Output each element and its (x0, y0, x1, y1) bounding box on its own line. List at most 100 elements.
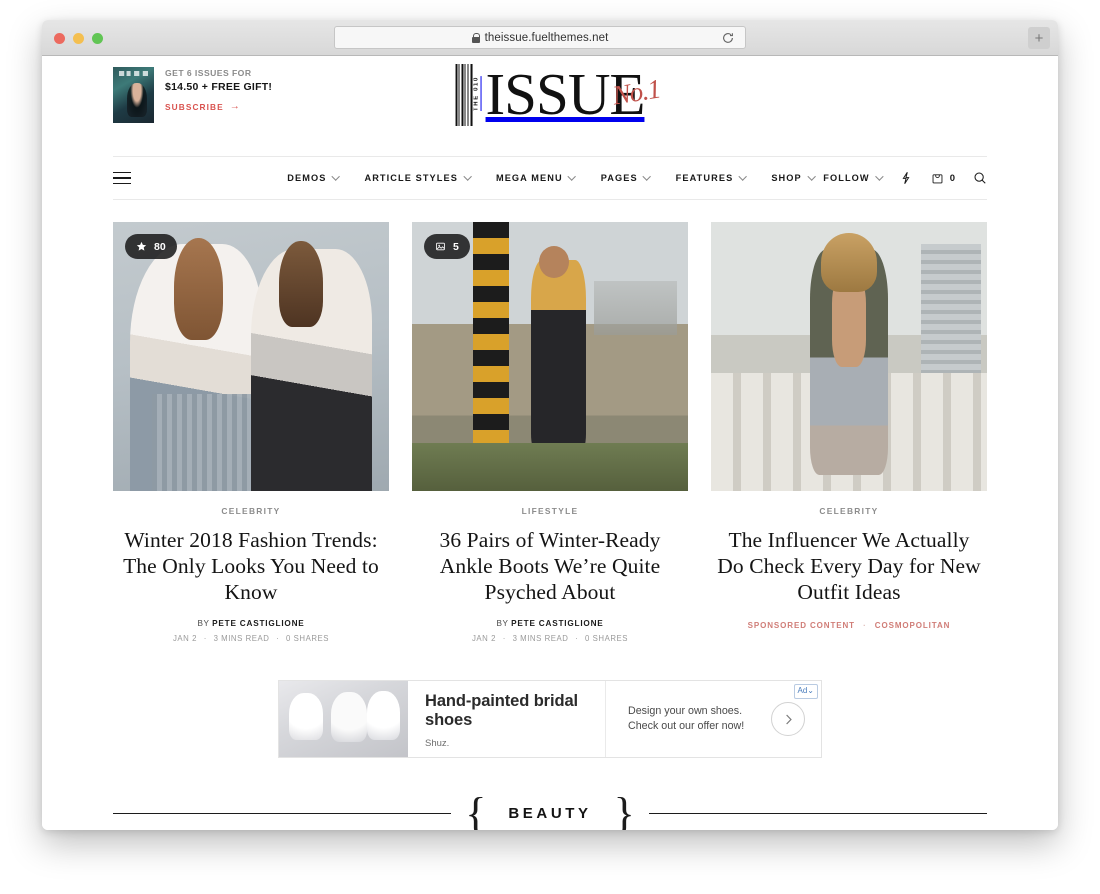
article-title[interactable]: The Influencer We Actually Do Check Ever… (711, 527, 987, 605)
article-meta: JAN 2 · 3 MINS READ · 0 SHARES (471, 634, 628, 643)
article-read-time: 3 MINS READ (512, 634, 569, 643)
chevron-right-icon[interactable] (771, 702, 805, 736)
nav-utilities: FOLLOW 0 (823, 171, 987, 185)
nav-item-shop[interactable]: SHOP (771, 172, 816, 183)
nav-label: SHOP (771, 173, 802, 183)
article-card[interactable]: CELEBRITY The Influencer We Actually Do … (711, 222, 987, 643)
article-title[interactable]: 36 Pairs of Winter-Ready Ankle Boots We’… (412, 527, 688, 605)
nav-item-pages[interactable]: PAGES (600, 172, 652, 183)
article-author[interactable]: BY PETE CASTIGLIONE (113, 619, 389, 628)
chevron-down-icon (806, 172, 816, 181)
nav-item-article-styles[interactable]: ARTICLE STYLES (364, 172, 472, 183)
nav-item-mega-menu[interactable]: MEGA MENU (495, 172, 577, 183)
masthead: GET 6 ISSUES FOR $14.50 + FREE GIFT! SUB… (113, 56, 987, 156)
article-thumbnail[interactable] (711, 222, 987, 491)
nav-item-features[interactable]: FEATURES (675, 172, 747, 183)
article-read-time: 3 MINS READ (213, 634, 270, 643)
ad-headline[interactable]: Hand-painted bridal shoes (425, 692, 591, 731)
article-card[interactable]: 5 LIFESTYLE 36 Pairs of Winter-Ready Ank… (412, 222, 688, 643)
rating-badge: 80 (125, 234, 177, 259)
reload-icon[interactable] (721, 31, 737, 47)
chevron-down-icon (331, 172, 341, 181)
nav-items: DEMOS ARTICLE STYLES MEGA MENU PAGES FEA… (287, 172, 816, 183)
ad-image (279, 681, 408, 757)
subscribe-promo[interactable]: GET 6 ISSUES FOR $14.50 + FREE GIFT! SUB… (113, 67, 272, 123)
magazine-cover-thumbnail (113, 67, 154, 123)
article-shares: 0 SHARES (585, 634, 628, 643)
article-date: JAN 2 (172, 634, 197, 643)
lightning-bolt-icon[interactable] (899, 171, 913, 185)
shopping-bag-button[interactable]: 0 (931, 172, 955, 185)
barcode-label: THE 010 (473, 76, 480, 112)
nav-item-demos[interactable]: DEMOS (287, 172, 341, 183)
search-icon[interactable] (973, 171, 987, 185)
subscribe-label: SUBSCRIBE (165, 101, 224, 112)
nav-label: ARTICLE STYLES (364, 173, 458, 183)
article-thumbnail[interactable]: 5 (412, 222, 688, 491)
address-bar[interactable]: theissue.fuelthemes.net (334, 26, 746, 49)
minimize-window-button[interactable] (73, 33, 84, 44)
url-text: theissue.fuelthemes.net (484, 31, 609, 44)
site-logo[interactable]: THE 010 ISSUE No.1 (455, 61, 663, 128)
chevron-down-icon (642, 172, 652, 181)
article-date: JAN 2 (471, 634, 496, 643)
ad-disclosure-label[interactable]: Ad⌄ (793, 684, 818, 699)
browser-chrome: theissue.fuelthemes.net + (42, 20, 1058, 56)
ad-copy-line-2: Check out our offer now! (628, 720, 745, 732)
nav-label: PAGES (600, 173, 638, 183)
ad-banner[interactable]: Hand-painted bridal shoes Shuz. Design y… (278, 680, 822, 758)
article-grid: 80 CELEBRITY Winter 2018 Fashion Trends:… (113, 222, 987, 643)
article-shares: 0 SHARES (286, 634, 329, 643)
new-tab-button[interactable]: + (1028, 27, 1050, 49)
chevron-down-icon (738, 172, 747, 181)
article-author[interactable]: BY PETE CASTIGLIONE (412, 619, 688, 628)
cart-count: 0 (949, 172, 955, 184)
gallery-badge: 5 (424, 234, 470, 259)
star-icon (136, 241, 147, 251)
hamburger-menu-icon[interactable] (113, 171, 131, 185)
page-content: GET 6 ISSUES FOR $14.50 + FREE GIFT! SUB… (42, 56, 1058, 830)
nav-item-follow[interactable]: FOLLOW (823, 172, 884, 183)
article-category[interactable]: CELEBRITY (113, 506, 389, 516)
arrow-right-icon: → (229, 101, 241, 112)
sponsored-meta[interactable]: SPONSORED CONTENT · COSMOPOLITAN (711, 621, 987, 630)
nav-label: FEATURES (675, 173, 734, 183)
nav-label: DEMOS (287, 173, 327, 183)
divider-rule-right (648, 813, 987, 814)
article-card[interactable]: 80 CELEBRITY Winter 2018 Fashion Trends:… (113, 222, 389, 643)
barcode-icon: THE 010 (455, 64, 482, 126)
subscribe-link[interactable]: SUBSCRIBE → (165, 101, 272, 112)
promo-line-1: GET 6 ISSUES FOR (165, 68, 252, 78)
zoom-window-button[interactable] (92, 33, 103, 44)
lock-icon (471, 32, 481, 43)
ad-banner-wrapper: Hand-painted bridal shoes Shuz. Design y… (113, 680, 987, 758)
divider-rule-left (113, 813, 452, 814)
section-title: BEAUTY (508, 805, 592, 822)
main-navigation: DEMOS ARTICLE STYLES MEGA MENU PAGES FEA… (113, 156, 987, 200)
nav-label: MEGA MENU (495, 173, 563, 183)
article-category[interactable]: CELEBRITY (711, 506, 987, 516)
gallery-icon (436, 242, 445, 251)
section-divider: { BEAUTY } (113, 791, 987, 830)
article-title[interactable]: Winter 2018 Fashion Trends: The Only Loo… (113, 527, 389, 605)
chevron-down-icon (463, 172, 472, 181)
ad-brand: Shuz. (425, 737, 450, 749)
article-meta: JAN 2 · 3 MINS READ · 0 SHARES (172, 634, 329, 643)
promo-line-2: $14.50 + FREE GIFT! (165, 81, 273, 93)
sponsor-brand: COSMOPOLITAN (874, 621, 951, 630)
logo-wordmark: ISSUE No.1 (485, 61, 663, 128)
logo-script-overlay: No.1 (610, 73, 663, 111)
article-category[interactable]: LIFESTYLE (412, 506, 688, 516)
browser-window: theissue.fuelthemes.net + GET 6 ISSUES F… (42, 20, 1058, 830)
badge-value: 80 (154, 240, 166, 253)
sponsored-label: SPONSORED CONTENT (747, 621, 855, 630)
badge-value: 5 (453, 240, 459, 253)
close-window-button[interactable] (54, 33, 65, 44)
chevron-down-icon (567, 172, 577, 181)
ad-copy-line-1: Design your own shoes. (628, 704, 743, 717)
nav-label: FOLLOW (823, 173, 870, 183)
ad-copy: Design your own shoes. Check out our off… (628, 704, 757, 734)
traffic-lights (54, 33, 103, 44)
article-thumbnail[interactable]: 80 (113, 222, 389, 491)
chevron-down-icon (874, 172, 884, 181)
